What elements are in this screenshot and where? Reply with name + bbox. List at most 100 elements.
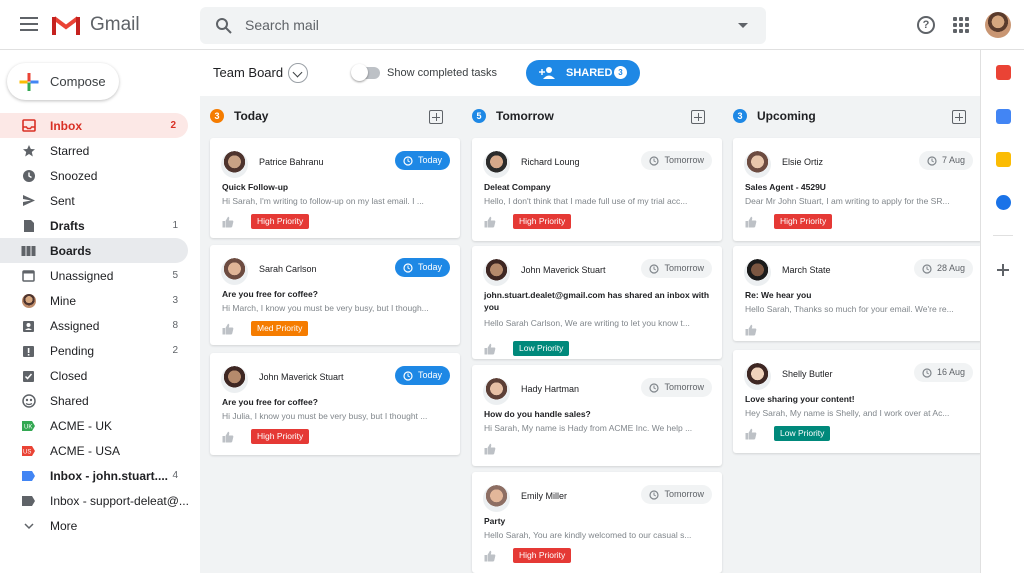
thumbs-up-icon[interactable]: [484, 216, 496, 228]
thumbs-up-icon[interactable]: [745, 216, 757, 228]
sidebar-item-more[interactable]: More: [0, 513, 190, 538]
avatar: [221, 366, 248, 393]
blue-label-icon: [21, 468, 36, 483]
due-date-badge[interactable]: Today: [394, 258, 450, 277]
priority-badge[interactable]: Med Priority: [251, 321, 309, 336]
task-card[interactable]: Shelly Butler 16 Aug Love sharing your con…: [733, 350, 983, 453]
tasks-icon[interactable]: [996, 109, 1011, 124]
sidebar-item-shared[interactable]: Shared: [0, 388, 190, 413]
sidebar-item-pending[interactable]: Pending 2: [0, 338, 190, 363]
search-input[interactable]: Search mail: [245, 17, 319, 33]
green-label-icon: UK: [21, 418, 36, 433]
sender-name: Elsie Ortiz: [782, 157, 824, 167]
search-box[interactable]: Search mail: [200, 7, 766, 44]
priority-badge[interactable]: Low Priority: [774, 426, 831, 441]
show-completed-toggle[interactable]: [351, 64, 380, 81]
due-date-badge[interactable]: Tomorrow: [641, 485, 712, 504]
apps-grid-icon[interactable]: [953, 17, 969, 33]
board-title[interactable]: Team Board: [213, 65, 283, 80]
task-card[interactable]: Elsie Ortiz 7 Aug Sales Agent - 4529U Dear …: [733, 138, 983, 241]
priority-badge[interactable]: High Priority: [513, 214, 572, 229]
task-card[interactable]: John Maverick Stuart Tomorrow john.stuart.…: [472, 246, 722, 359]
add-icon[interactable]: [997, 264, 1009, 276]
sidebar-item-count: 3: [172, 295, 178, 306]
main-menu-icon[interactable]: [20, 17, 38, 31]
sidebar-item-closed[interactable]: Closed: [0, 363, 190, 388]
sidebar-item-drafts[interactable]: Drafts 1: [0, 213, 190, 238]
sidebar-item-inbox[interactable]: Inbox 2: [0, 113, 188, 138]
email-snippet: Hi Sarah, I'm writing to follow-up on my…: [222, 196, 424, 206]
column-header: 3 Today: [210, 109, 450, 127]
due-date-label: Tomorrow: [664, 382, 704, 392]
thumbs-up-icon[interactable]: [222, 323, 234, 335]
priority-badge[interactable]: High Priority: [251, 429, 310, 444]
star-icon: [21, 143, 36, 158]
red-label-icon: US: [21, 443, 36, 458]
sidebar-item-inbox-john[interactable]: Inbox - john.stuart.... 4: [0, 463, 190, 488]
task-card[interactable]: March State 28 Aug Re: We hear you Hello Sa…: [733, 246, 983, 341]
gmail-logo-icon[interactable]: [51, 13, 81, 37]
task-card[interactable]: John Maverick Stuart Today Are you free fo…: [210, 353, 460, 455]
task-card[interactable]: Emily Miller Tomorrow Party Hello Sarah, Yo…: [472, 472, 722, 573]
due-date-badge[interactable]: Today: [394, 151, 450, 170]
priority-badge[interactable]: High Priority: [251, 214, 310, 229]
thumbs-up-icon[interactable]: [484, 443, 496, 455]
sidebar-item-snoozed[interactable]: Snoozed: [0, 163, 190, 188]
task-card[interactable]: Richard Loung Tomorrow Deleat Company Hello…: [472, 138, 722, 241]
thumbs-up-icon[interactable]: [484, 343, 496, 355]
check-circle-icon[interactable]: [996, 195, 1011, 210]
clock-icon: [927, 156, 937, 166]
shared-button[interactable]: SHARED 3: [526, 60, 640, 86]
sidebar-item-assigned[interactable]: Assigned 8: [0, 313, 190, 338]
add-card-icon[interactable]: [952, 110, 966, 124]
due-date-badge[interactable]: Tomorrow: [641, 151, 712, 170]
task-card[interactable]: Hady Hartman Tomorrow How do you handle sa…: [472, 365, 722, 466]
thumbs-up-icon[interactable]: [222, 216, 234, 228]
priority-badge[interactable]: High Priority: [774, 214, 833, 229]
add-card-icon[interactable]: [429, 110, 443, 124]
sidebar-item-sent[interactable]: Sent: [0, 188, 190, 213]
due-date-badge[interactable]: 28 Aug: [913, 259, 973, 278]
calendar-icon[interactable]: [996, 65, 1011, 80]
compose-button[interactable]: Compose: [7, 63, 119, 100]
priority-badge[interactable]: Low Priority: [513, 341, 570, 356]
sidebar-item-label: ACME - UK: [50, 418, 113, 433]
sidebar-item-count: 2: [170, 120, 176, 131]
thumbs-up-icon[interactable]: [222, 431, 234, 443]
thumbs-up-icon[interactable]: [745, 428, 757, 440]
sidebar-item-acme-uk[interactable]: UK ACME - UK: [0, 413, 190, 438]
due-date-badge[interactable]: Today: [394, 366, 450, 385]
clock-icon: [649, 490, 660, 500]
keep-icon[interactable]: [996, 152, 1011, 167]
due-date-badge[interactable]: Tomorrow: [641, 259, 712, 278]
sidebar-item-unassigned[interactable]: Unassigned 5: [0, 263, 190, 288]
email-snippet: Hello Sarah Carlson, We are writing to l…: [484, 318, 690, 328]
task-card[interactable]: Sarah Carlson Today Are you free for coffe…: [210, 245, 460, 345]
due-date-badge[interactable]: 7 Aug: [918, 151, 973, 170]
sidebar-item-label: Pending: [50, 343, 95, 358]
sidebar-item-starred[interactable]: Starred: [0, 138, 190, 163]
column-title: Today: [234, 109, 269, 123]
due-date-label: Tomorrow: [664, 155, 704, 165]
due-date-badge[interactable]: 16 Aug: [913, 363, 973, 382]
priority-badge[interactable]: High Priority: [513, 548, 572, 563]
thumbs-up-icon[interactable]: [745, 324, 757, 336]
due-date-badge[interactable]: Tomorrow: [641, 378, 712, 397]
alarm-icon: [403, 156, 413, 166]
sidebar-item-inbox-support[interactable]: Inbox - support-deleat@...: [0, 488, 190, 513]
help-icon[interactable]: ?: [917, 16, 935, 34]
thumbs-up-icon[interactable]: [484, 550, 496, 562]
account-avatar[interactable]: [985, 12, 1011, 38]
email-snippet: Hello, I don't think that I made full us…: [484, 196, 688, 206]
show-completed-label: Show completed tasks: [387, 67, 498, 79]
due-date-label: Tomorrow: [664, 263, 704, 273]
sidebar-item-boards[interactable]: Boards: [0, 238, 188, 263]
email-subject: Are you free for coffee?: [222, 397, 318, 407]
sidebar-item-mine[interactable]: Mine 3: [0, 288, 190, 313]
search-options-icon[interactable]: [738, 23, 748, 28]
search-icon[interactable]: [215, 17, 232, 34]
add-card-icon[interactable]: [691, 110, 705, 124]
board-dropdown-icon[interactable]: [288, 63, 308, 83]
sidebar-item-acme-usa[interactable]: US ACME - USA: [0, 438, 190, 463]
task-card[interactable]: Patrice Bahranu Today Quick Follow-up Hi Sa…: [210, 138, 460, 238]
